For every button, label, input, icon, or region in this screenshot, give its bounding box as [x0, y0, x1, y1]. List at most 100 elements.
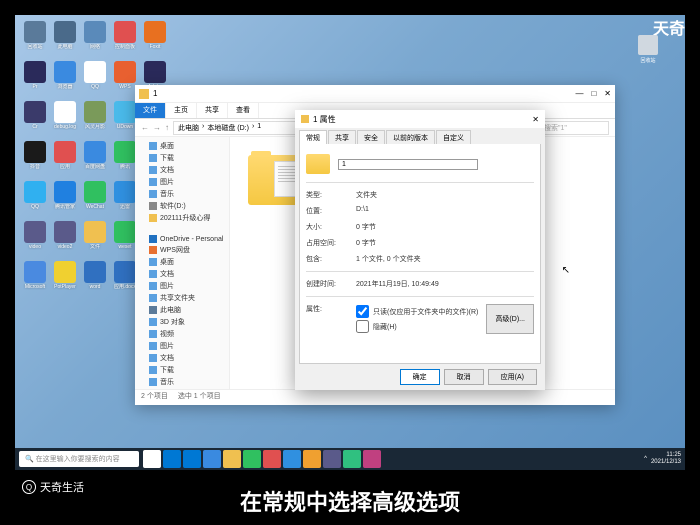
tab-view[interactable]: 查看: [228, 103, 259, 118]
desktop-icon[interactable]: 应用: [51, 141, 79, 179]
desktop-icon[interactable]: 抖音: [21, 141, 49, 179]
taskbar-app-icon[interactable]: [243, 450, 261, 468]
tree-item[interactable]: 文档: [137, 268, 227, 280]
icon-label: 浏览器: [51, 84, 79, 90]
taskbar-app-icon[interactable]: [163, 450, 181, 468]
taskbar-app-icon[interactable]: [183, 450, 201, 468]
props-tab[interactable]: 以前的版本: [386, 130, 435, 144]
taskbar-search[interactable]: 🔍 在这里输入你要搜索的内容: [19, 451, 139, 467]
tree-item[interactable]: 图片: [137, 340, 227, 352]
tree-item[interactable]: 桌面: [137, 256, 227, 268]
tree-item[interactable]: 音乐: [137, 376, 227, 388]
breadcrumb-segment[interactable]: 1: [257, 123, 261, 133]
tree-item[interactable]: 软件(D:): [137, 200, 227, 212]
desktop-icon[interactable]: 风灵月影: [81, 101, 109, 139]
tree-item[interactable]: [137, 224, 227, 234]
tree-icon: [149, 142, 157, 150]
tree-item[interactable]: 文档: [137, 164, 227, 176]
taskbar-app-icon[interactable]: [283, 450, 301, 468]
tree-item[interactable]: 文档: [137, 352, 227, 364]
taskbar-app-icon[interactable]: [143, 450, 161, 468]
desktop-icon[interactable]: video: [21, 221, 49, 259]
desktop-icon[interactable]: 百度网盘: [81, 141, 109, 179]
tree-item[interactable]: 图片: [137, 176, 227, 188]
apply-button[interactable]: 应用(A): [488, 369, 537, 385]
folder-name-input[interactable]: [338, 159, 478, 170]
close-button[interactable]: ✕: [604, 89, 611, 98]
tree-icon: [149, 366, 157, 374]
tree-item[interactable]: 下载: [137, 152, 227, 164]
desktop-icon[interactable]: Cr: [21, 101, 49, 139]
close-button[interactable]: ✕: [532, 115, 539, 124]
desktop-icon[interactable]: 此电脑: [51, 21, 79, 59]
folder-icon: [306, 154, 330, 174]
taskbar-app-icon[interactable]: [203, 450, 221, 468]
tab-file[interactable]: 文件: [135, 103, 166, 118]
advanced-button[interactable]: 高级(D)...: [486, 304, 534, 334]
nav-back[interactable]: ←: [141, 123, 149, 132]
readonly-checkbox[interactable]: [356, 305, 369, 318]
tree-item[interactable]: 下载: [137, 364, 227, 376]
nav-forward[interactable]: →: [153, 123, 161, 132]
tree-item[interactable]: 3D 对象: [137, 316, 227, 328]
desktop-icon[interactable]: debug.log: [51, 101, 79, 139]
app-icon: [84, 101, 106, 123]
desktop-icon[interactable]: 网络: [81, 21, 109, 59]
tree-item[interactable]: 桌面: [137, 140, 227, 152]
desktop-icon[interactable]: 腾讯管家: [51, 181, 79, 219]
tree-label: 共享文件夹: [160, 293, 195, 303]
hidden-checkbox[interactable]: [356, 320, 369, 333]
desktop-icon[interactable]: Foxit: [141, 21, 169, 59]
tree-label: 下载: [160, 153, 174, 163]
minimize-button[interactable]: —: [575, 89, 583, 98]
desktop-icon[interactable]: WeChat: [81, 181, 109, 219]
props-tab[interactable]: 自定义: [436, 130, 471, 144]
nav-up[interactable]: ↑: [165, 123, 169, 132]
breadcrumb-segment[interactable]: 此电脑: [178, 123, 199, 133]
icon-label: Cr: [21, 124, 49, 130]
tree-item[interactable]: 此电脑: [137, 304, 227, 316]
desktop-icon[interactable]: 回收站: [21, 21, 49, 59]
taskbar-clock[interactable]: 11:25 2021/12/13: [651, 452, 681, 466]
taskbar-app-icon[interactable]: [223, 450, 241, 468]
tree-label: 图片: [160, 341, 174, 351]
maximize-button[interactable]: □: [591, 89, 596, 98]
breadcrumb-segment[interactable]: 本地磁盘 (D:): [207, 123, 249, 133]
props-tab[interactable]: 共享: [328, 130, 356, 144]
taskbar-app-icon[interactable]: [343, 450, 361, 468]
tree-item[interactable]: OneDrive - Personal: [137, 234, 227, 244]
desktop-icon[interactable]: PotPlayer: [51, 261, 79, 299]
desktop-icon[interactable]: video2: [51, 221, 79, 259]
props-tab[interactable]: 安全: [357, 130, 385, 144]
tab-share[interactable]: 共享: [197, 103, 228, 118]
attributes-label: 属性:: [306, 304, 356, 334]
search-input[interactable]: 搜索"1": [539, 121, 609, 135]
desktop-icon[interactable]: QQ: [21, 181, 49, 219]
desktop-icon[interactable]: Pr: [21, 61, 49, 99]
app-icon: [24, 101, 46, 123]
search-icon: 🔍: [25, 455, 34, 463]
desktop-icon[interactable]: 浏览器: [51, 61, 79, 99]
ok-button[interactable]: 确定: [400, 369, 440, 385]
tab-home[interactable]: 主页: [166, 103, 197, 118]
tree-item[interactable]: 视频: [137, 328, 227, 340]
tree-item[interactable]: WPS网盘: [137, 244, 227, 256]
taskbar-app-icon[interactable]: [323, 450, 341, 468]
tree-item[interactable]: 音乐: [137, 188, 227, 200]
tree-label: 此电脑: [160, 305, 181, 315]
taskbar-app-icon[interactable]: [363, 450, 381, 468]
cancel-button[interactable]: 取消: [444, 369, 484, 385]
tree-item[interactable]: 图片: [137, 280, 227, 292]
props-tab[interactable]: 常规: [299, 130, 327, 144]
taskbar-app-icon[interactable]: [263, 450, 281, 468]
tree-item[interactable]: 共享文件夹: [137, 292, 227, 304]
tray-chevron-icon[interactable]: ^: [644, 456, 647, 462]
desktop-icon[interactable]: 文件: [81, 221, 109, 259]
taskbar-app-icon[interactable]: [303, 450, 321, 468]
desktop-icon[interactable]: Microsoft: [21, 261, 49, 299]
desktop-icon[interactable]: QQ: [81, 61, 109, 99]
tree-item[interactable]: 202111升级心得: [137, 212, 227, 224]
desktop-icon[interactable]: word: [81, 261, 109, 299]
desktop-icon[interactable]: 控制面板: [111, 21, 139, 59]
desktop-recycle[interactable]: 回收站: [636, 35, 660, 64]
